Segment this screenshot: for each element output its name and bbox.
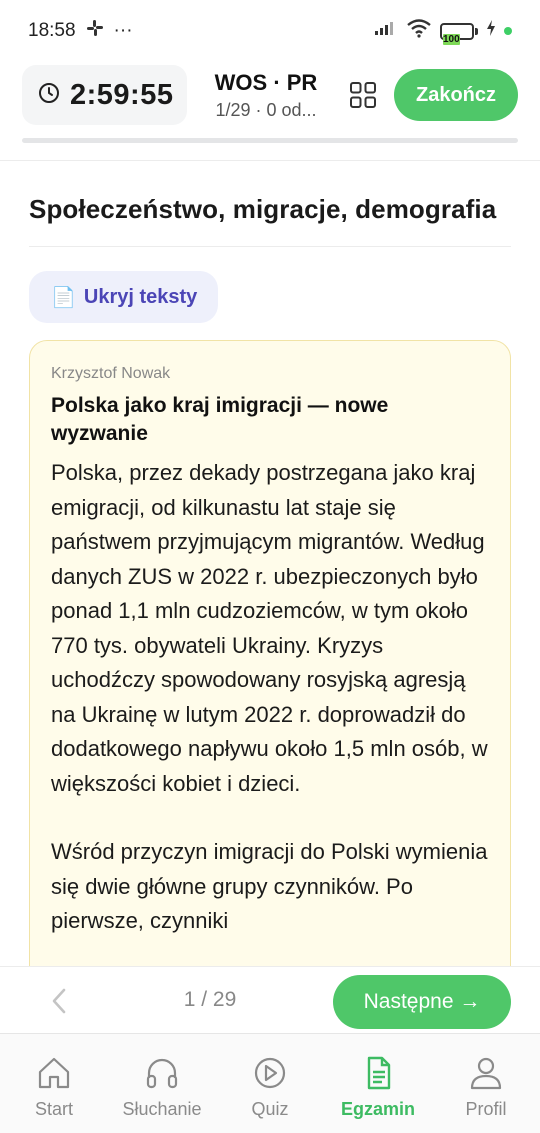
timer: 2:59:55 bbox=[22, 65, 187, 125]
question-pager: 1 / 29 Następne → bbox=[0, 966, 540, 1033]
next-button[interactable]: Następne → bbox=[333, 975, 511, 1029]
tab-start[interactable]: Start bbox=[0, 1034, 108, 1133]
status-time: 18:58 bbox=[28, 20, 76, 41]
tab-label: Start bbox=[34, 1099, 73, 1119]
text-title: Polska jako kraj imigracji — nowe wyzwan… bbox=[51, 394, 389, 445]
tab-quiz[interactable]: Quiz bbox=[216, 1034, 324, 1133]
tab-label: Egzamin bbox=[340, 1099, 415, 1119]
chevron-left-icon bbox=[52, 988, 66, 1014]
bottom-tab-bar: Start Słuchanie Quiz Egzamin Profil bbox=[0, 1033, 540, 1133]
exam-progress-bar bbox=[22, 138, 518, 143]
exam-title: WOS · PR bbox=[214, 69, 318, 95]
status-left: 18:58 ··· bbox=[28, 19, 133, 43]
text-paragraph: Wśród przyczyn imigracji do Polski wymie… bbox=[51, 839, 488, 933]
header-divider bbox=[0, 160, 540, 161]
status-right: 100 bbox=[374, 18, 512, 45]
hide-texts-button[interactable]: 📄 Ukryj teksty bbox=[29, 271, 218, 323]
exam-subtitle: 1/29 · 0 od... bbox=[215, 99, 317, 120]
more-indicator: ··· bbox=[113, 20, 133, 41]
question-counter: 1 / 29 bbox=[183, 988, 237, 1011]
clock-icon bbox=[38, 82, 60, 109]
battery-icon: 100 bbox=[440, 22, 478, 45]
section-divider bbox=[29, 246, 511, 247]
wifi-icon bbox=[406, 18, 432, 44]
slack-icon bbox=[86, 19, 104, 43]
tab-profil[interactable]: Profil bbox=[432, 1034, 540, 1133]
exam-header: 2:59:55 WOS · PR 1/29 · 0 od... Zakończ bbox=[22, 64, 518, 126]
charging-icon bbox=[486, 20, 496, 42]
finish-exam-button[interactable]: Zakończ bbox=[394, 69, 518, 121]
tab-label: Słuchanie bbox=[122, 1099, 202, 1119]
text-body: Polska, przez dekady postrzegana jako kr… bbox=[51, 456, 489, 939]
privacy-dot bbox=[504, 27, 512, 35]
tab-sluchanie[interactable]: Słuchanie bbox=[108, 1034, 216, 1133]
previous-button[interactable] bbox=[44, 983, 74, 1019]
text-author: Krzysztof Nowak bbox=[51, 365, 171, 382]
document-icon bbox=[367, 1056, 391, 1090]
user-icon bbox=[470, 1057, 502, 1090]
question-grid-button[interactable] bbox=[343, 75, 383, 115]
document-emoji-icon: 📄 bbox=[51, 286, 76, 309]
battery-level: 100 bbox=[443, 33, 460, 45]
tab-label: Profil bbox=[465, 1099, 507, 1119]
status-bar: 18:58 ··· 100 bbox=[0, 0, 540, 62]
signal-icon bbox=[374, 20, 398, 42]
play-icon bbox=[254, 1057, 286, 1089]
section-title: Społeczeństwo, migracje, demografia bbox=[29, 194, 497, 224]
headphones-icon bbox=[146, 1058, 178, 1089]
source-text-card: Krzysztof Nowak Polska jako kraj imigrac… bbox=[29, 340, 511, 1060]
hide-texts-label: Ukryj teksty bbox=[83, 285, 198, 308]
tab-egzamin[interactable]: Egzamin bbox=[324, 1034, 432, 1133]
exam-info: WOS · PR 1/29 · 0 od... bbox=[201, 70, 331, 121]
grid-icon bbox=[350, 82, 376, 108]
text-paragraph: Polska, przez dekady postrzegana jako kr… bbox=[51, 460, 488, 796]
tab-label: Quiz bbox=[251, 1099, 289, 1119]
home-icon bbox=[38, 1057, 70, 1089]
timer-value: 2:59:55 bbox=[70, 78, 174, 111]
